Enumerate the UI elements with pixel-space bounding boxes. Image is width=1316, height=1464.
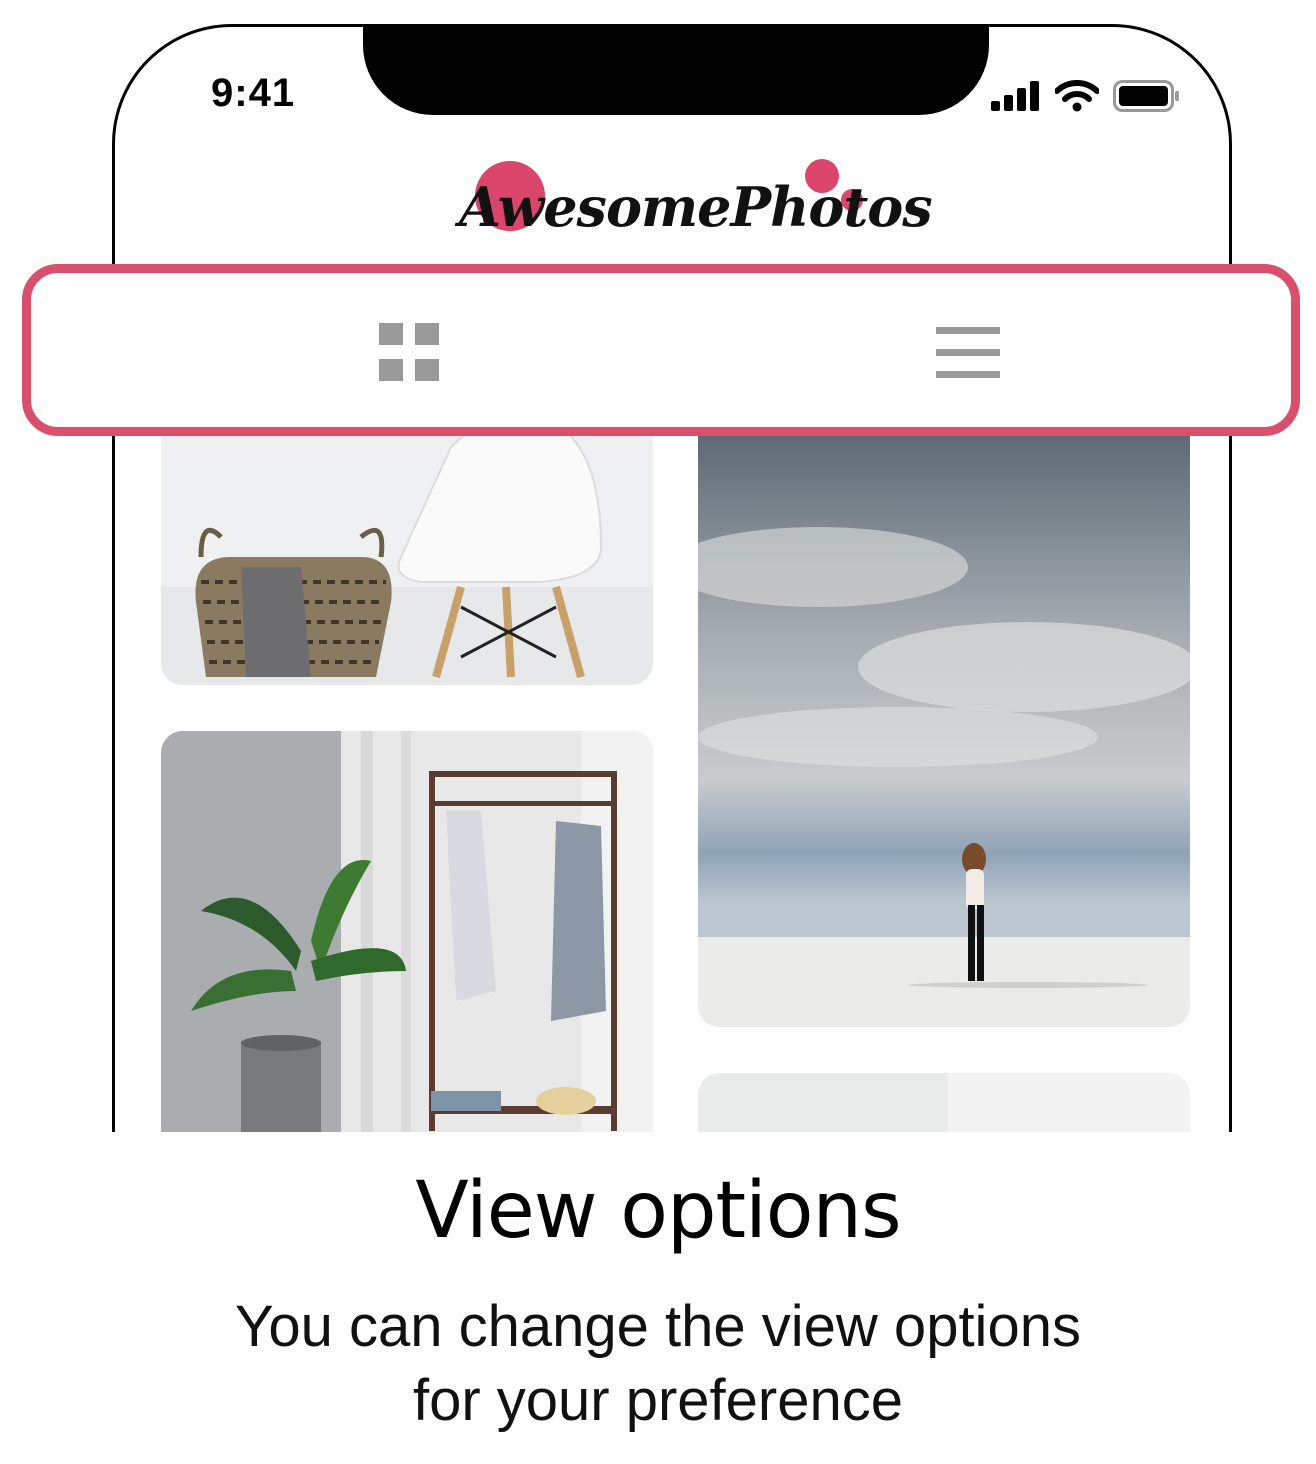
basket-chair-image [161,407,653,685]
list-view-icon [936,327,1000,378]
caption-line-1: You can change the view options [235,1294,1081,1359]
photo-card[interactable] [161,731,653,1132]
clothes-rack-image [161,731,653,1132]
photo-gallery [115,27,1229,1132]
white-interior-image [698,1073,1190,1132]
list-view-toggle[interactable] [923,313,1013,393]
grid-view-icon [379,323,439,381]
caption-title: View options [415,1166,901,1256]
photo-card[interactable] [161,407,653,685]
photo-card[interactable] [698,1073,1190,1132]
photo-card[interactable] [698,407,1190,1027]
caption-description: You can change the view options for your… [0,1290,1316,1438]
caption-line-2: for your preference [412,1368,904,1433]
view-options-bar [22,264,1300,436]
grid-view-toggle[interactable] [365,313,455,393]
phone-frame: 9:41 AwesomePhotos [112,24,1232,1132]
sky-person-image [698,407,1190,1027]
